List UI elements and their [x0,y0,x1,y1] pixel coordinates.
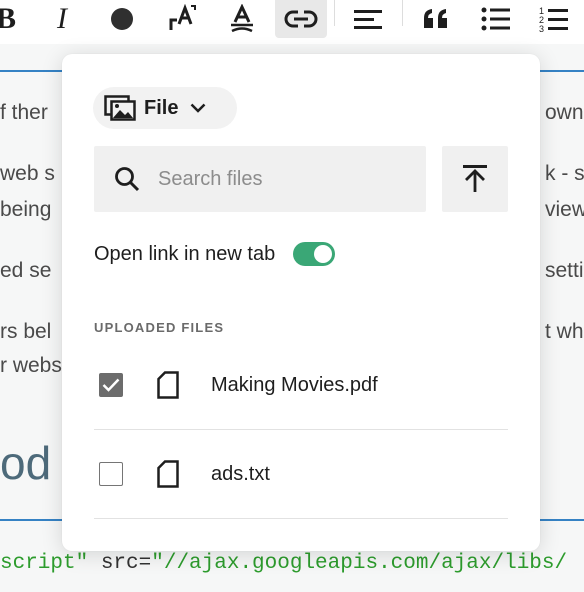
file-name: Making Movies.pdf [211,373,378,396]
link-button[interactable] [275,0,327,38]
file-icon [157,371,179,399]
code-attribute: src= [88,552,152,575]
italic-button[interactable]: I [36,0,88,38]
bulleted-list-icon [481,7,510,31]
paragraph-fragment: ed se [0,259,52,282]
upload-icon [463,165,487,192]
paragraph-fragment: rs bel [0,320,52,343]
file-icon [157,460,179,488]
italic-icon: I [57,2,67,35]
toolbar-divider [402,0,403,26]
text-color-icon [111,8,133,30]
strikethrough-icon [231,4,253,33]
file-name: ads.txt [211,462,270,485]
numbered-list-button[interactable]: 1 2 3 [528,0,580,38]
file-checkbox[interactable] [99,462,123,486]
paragraph-fragment: setti [545,259,584,282]
paragraph-fragment: being [0,198,52,221]
paragraph-fragment: t wh [545,320,584,343]
open-in-new-tab-toggle[interactable] [293,242,336,266]
link-icon [284,10,318,28]
numbered-list-icon: 1 2 3 [539,6,568,33]
list-item[interactable]: Making Movies.pdf [94,341,508,430]
align-left-icon [354,10,382,29]
image-gallery-icon [104,95,136,121]
search-input[interactable] [156,166,400,192]
search-box [94,146,426,212]
file-checkbox[interactable] [99,373,123,397]
svg-text:3: 3 [539,24,544,33]
upload-button[interactable] [442,146,508,212]
chevron-down-icon [190,103,206,113]
paragraph-fragment: own [545,101,584,124]
link-popover: File Open link in new tab UPLOADED FILES [62,54,540,551]
bold-icon: B [0,2,16,35]
link-type-dropdown[interactable]: File [93,87,237,129]
paragraph-fragment: k - s [545,162,584,185]
text-color-button[interactable] [96,0,148,38]
blockquote-icon [424,9,447,28]
code-string: script" [0,552,89,575]
toggle-knob [314,245,333,263]
code-string: "//ajax.googleapis.com/ajax/libs/ [151,552,568,575]
uploaded-files-heading: UPLOADED FILES [94,320,225,335]
align-left-button[interactable] [342,0,394,38]
checkmark-icon [102,378,120,392]
paragraph-fragment: f ther [0,101,48,124]
editor-toolbar: B I 1 2 3 [0,0,584,45]
paragraph-fragment: r webs [0,354,62,377]
font-size-icon [169,4,196,30]
heading-fragment: od [0,437,52,489]
bulleted-list-button[interactable] [470,0,522,38]
paragraph-fragment: view [545,198,584,221]
paragraph-fragment: web s [0,162,55,185]
open-in-new-tab-label: Open link in new tab [94,242,276,265]
list-item[interactable]: ads.txt [94,430,508,519]
code-fragment: script" src="//ajax.googleapis.com/ajax/… [0,552,567,575]
toolbar-divider [334,0,335,26]
bold-button[interactable]: B [0,0,32,38]
blockquote-button[interactable] [410,0,462,38]
font-size-button[interactable] [156,0,208,38]
link-type-label: File [144,96,179,119]
search-icon [114,166,140,192]
open-in-new-tab-row: Open link in new tab [94,240,336,268]
strikethrough-button[interactable] [216,0,268,38]
